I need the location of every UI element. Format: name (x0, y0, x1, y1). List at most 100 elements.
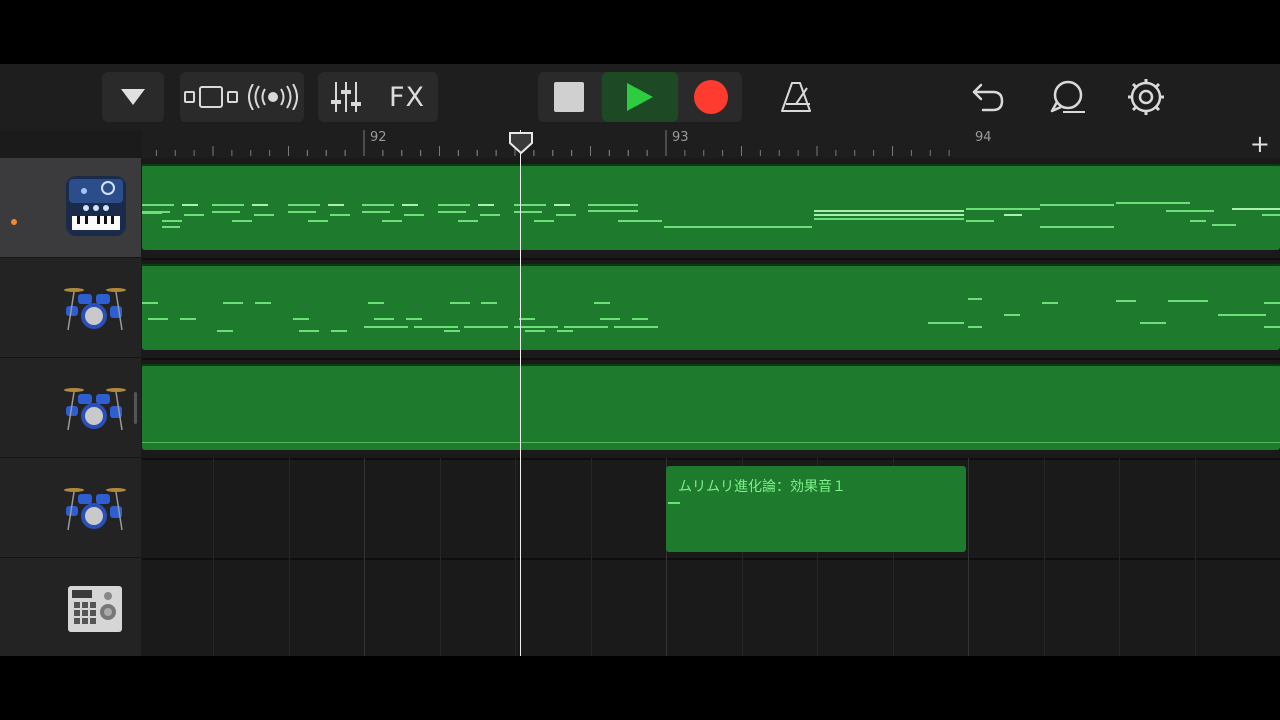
midi-note (288, 204, 320, 206)
synth-region[interactable] (142, 164, 1280, 250)
midi-note (1004, 214, 1022, 216)
tracks-dropdown-button[interactable] (102, 72, 164, 122)
midi-note (1040, 226, 1114, 228)
track-lanes: ムリムリ進化論：効果音１ (142, 158, 1280, 656)
grid-line (288, 458, 290, 558)
midi-note (968, 326, 982, 328)
midi-note (330, 330, 347, 332)
track-header-drums-3[interactable] (0, 458, 141, 558)
grid-line (515, 558, 516, 656)
track-header-beat-sequencer[interactable] (0, 558, 141, 656)
grid-line (439, 458, 441, 558)
midi-note (1168, 300, 1208, 302)
midi-note (184, 214, 204, 216)
play-icon (627, 83, 653, 111)
midi-note (1116, 202, 1190, 204)
midi-note (928, 322, 964, 324)
stop-button[interactable] (538, 72, 600, 122)
midi-note (374, 318, 395, 320)
triangle-down-icon (121, 89, 145, 105)
track-header-synth[interactable] (0, 158, 141, 258)
midi-note (814, 214, 964, 216)
grid-line (968, 558, 969, 656)
grid-line (968, 458, 969, 558)
synth-keyboard-icon (66, 176, 126, 236)
grid-line (1194, 558, 1196, 656)
midi-note (368, 302, 385, 304)
midi-note (364, 326, 408, 328)
midi-note (1042, 302, 1058, 304)
midi-note (148, 318, 168, 320)
loop-browser-button[interactable] (1038, 72, 1098, 122)
grid-line (1119, 458, 1120, 558)
drums-region-2[interactable] (142, 364, 1280, 450)
midi-note (814, 210, 964, 212)
midi-note (534, 220, 554, 222)
grid-line (892, 558, 894, 656)
lane-drums-3: ムリムリ進化論：効果音１ (142, 458, 1280, 560)
midi-note (514, 204, 546, 206)
midi-note (328, 204, 344, 206)
drum-kit-icon (64, 488, 126, 531)
midi-note (556, 330, 573, 332)
midi-note (966, 220, 994, 222)
midi-note (968, 298, 982, 300)
midi-note (252, 204, 268, 206)
midi-note (1212, 224, 1236, 226)
midi-note (162, 226, 180, 228)
midi-note (966, 208, 1040, 210)
grid-line (515, 458, 516, 558)
midi-note (556, 214, 576, 216)
lane-drums-1 (142, 258, 1280, 360)
midi-note (212, 211, 240, 213)
midi-note (362, 211, 390, 213)
stop-icon (554, 82, 584, 112)
midi-note (182, 204, 198, 206)
region-header-bar (142, 264, 1280, 266)
add-section-button[interactable]: + (1250, 130, 1270, 158)
midi-note (594, 302, 611, 304)
midi-note (1004, 314, 1020, 316)
ruler-ticks (155, 130, 950, 156)
metronome-icon (781, 82, 811, 112)
midi-note (292, 318, 309, 320)
undo-button[interactable] (958, 72, 1018, 122)
grid-line (1194, 458, 1196, 558)
grid-line (817, 558, 818, 656)
track-header-drums-2[interactable] (0, 358, 141, 458)
timeline-ruler[interactable]: 92 93 94 (142, 130, 1280, 158)
midi-note (464, 326, 508, 328)
midi-note (564, 326, 608, 328)
track-headers (0, 158, 141, 656)
lane-drums-2 (142, 358, 1280, 460)
track-active-dot (11, 219, 17, 225)
mixer-button[interactable] (318, 72, 374, 122)
grid-line (364, 558, 365, 656)
settings-button[interactable] (1116, 72, 1176, 122)
track-header-drums-1[interactable] (0, 258, 141, 358)
bar-number-93: 93 (672, 130, 689, 145)
grid-line (590, 558, 592, 656)
midi-note (1116, 300, 1136, 302)
playhead-handle[interactable] (508, 131, 534, 155)
grid-line (666, 558, 667, 656)
drum-kit-icon (64, 388, 126, 431)
play-button[interactable] (602, 72, 678, 122)
resize-handle[interactable] (134, 392, 137, 424)
metronome-button[interactable] (766, 72, 826, 122)
midi-note (223, 302, 244, 304)
live-loops-button[interactable] (242, 72, 304, 122)
effect-region[interactable]: ムリムリ進化論：効果音１ (666, 466, 966, 552)
record-button[interactable] (680, 72, 742, 122)
drums-region-1[interactable] (142, 264, 1280, 350)
mixer-icon (331, 82, 361, 112)
midi-note (525, 330, 545, 332)
view-toggle-button[interactable] (180, 72, 242, 122)
fx-button[interactable]: FX (376, 72, 438, 122)
midi-note (668, 502, 680, 504)
midi-note (600, 318, 621, 320)
garageband-tracks-view: FX 92 93 94 + ムリムリ進化論：効果音１ (0, 64, 1280, 656)
midi-note (478, 204, 494, 206)
midi-note (514, 211, 542, 213)
grid-line (364, 458, 365, 558)
